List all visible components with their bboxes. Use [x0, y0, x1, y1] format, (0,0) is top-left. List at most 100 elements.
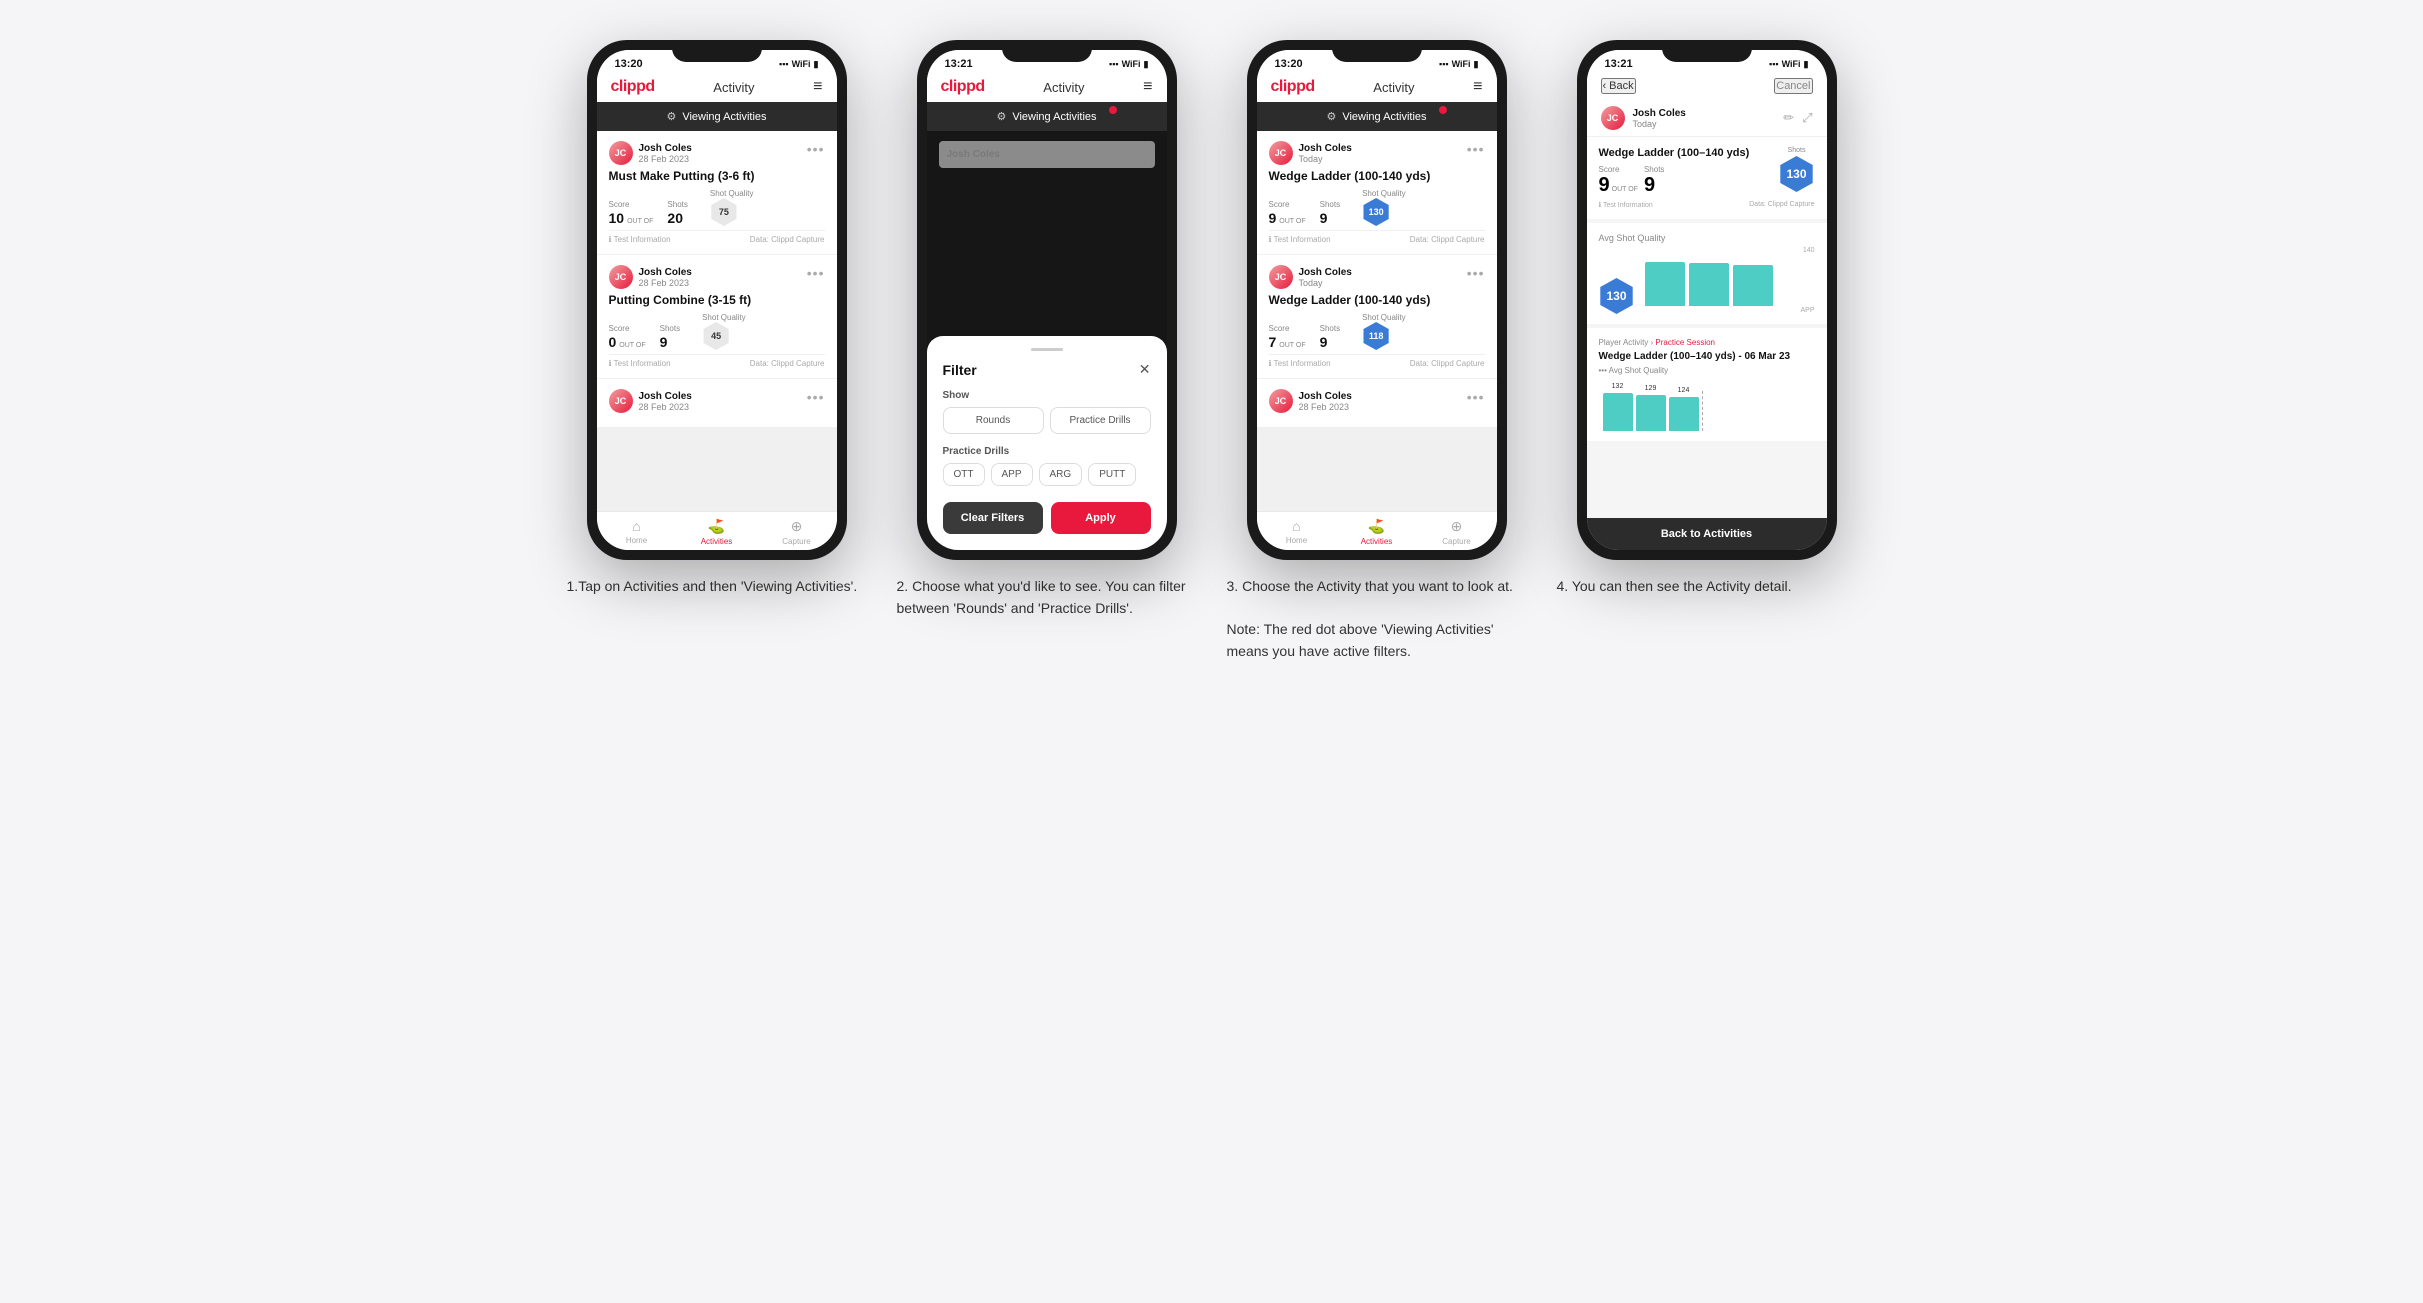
more-icon-1-1[interactable]: ••• [807, 141, 825, 157]
nav-home-3[interactable]: ⌂ Home [1257, 512, 1337, 550]
chart-bar-1 [1645, 262, 1685, 306]
expand-icon[interactable]: ⤢ [1802, 110, 1812, 126]
battery-icon: ▮ [814, 59, 819, 70]
menu-icon-1[interactable]: ≡ [813, 78, 822, 96]
nav-capture-1[interactable]: ⊕ Capture [757, 512, 837, 550]
apply-button[interactable]: Apply [1051, 502, 1151, 534]
detail-user-name: Josh Coles [1633, 108, 1686, 119]
description-4: 4. You can then see the Activity detail. [1557, 576, 1857, 598]
avatar-1-1: JC [609, 141, 633, 165]
nav-home-1[interactable]: ⌂ Home [597, 512, 677, 550]
activity-card-1-1[interactable]: JC Josh Coles 28 Feb 2023 ••• Must Make … [597, 131, 837, 254]
phone-notch-4 [1662, 40, 1752, 62]
wedge-section-title: Wedge Ladder (100–140 yds) - 06 Mar 23 [1599, 351, 1815, 362]
detail-outof: OUT OF [1612, 186, 1638, 193]
user-info-3-1: JC Josh Coles Today [1269, 141, 1352, 165]
drill-arg[interactable]: ARG [1039, 463, 1083, 486]
more-icon-3-2[interactable]: ••• [1467, 265, 1485, 281]
step-4: 13:21 ▪▪▪ WiFi ▮ ‹ Back Cancel JC Jo [1557, 40, 1857, 598]
signal-icon-2: ▪▪▪ [1109, 59, 1119, 69]
activity-card-3-3[interactable]: JC Josh Coles 28 Feb 2023 ••• [1257, 379, 1497, 427]
activity-card-1-3[interactable]: JC Josh Coles 28 Feb 2023 ••• [597, 379, 837, 427]
back-label: Back [1609, 80, 1633, 92]
more-icon-3-3[interactable]: ••• [1467, 389, 1485, 405]
activity-card-3-2[interactable]: JC Josh Coles Today ••• Wedge Ladder (10… [1257, 255, 1497, 378]
user-date-1-2: 28 Feb 2023 [639, 278, 692, 288]
drill-ott[interactable]: OTT [943, 463, 985, 486]
viewing-bar-1[interactable]: ⚙ Viewing Activities [597, 102, 837, 131]
cancel-button[interactable]: Cancel [1774, 78, 1812, 94]
detail-shots: 9 [1644, 174, 1655, 196]
chart-x-label: APP [1800, 307, 1814, 314]
filter-toggle-practice[interactable]: Practice Drills [1050, 407, 1151, 434]
clear-filters-button[interactable]: Clear Filters [943, 502, 1043, 534]
detail-user-date: Today [1633, 119, 1686, 129]
viewing-bar-text-3: Viewing Activities [1342, 111, 1426, 123]
wedge-subtitle: ••• Avg Shot Quality [1599, 366, 1815, 375]
card-title-1-2: Putting Combine (3-15 ft) [609, 293, 825, 307]
user-date-1-3: 28 Feb 2023 [639, 402, 692, 412]
drill-app[interactable]: APP [991, 463, 1033, 486]
card-stats-1-2: Score 0 OUT OF Shots 9 Shot Quality [609, 313, 825, 350]
nav-capture-3[interactable]: ⊕ Capture [1417, 512, 1497, 550]
user-info-1-2: JC Josh Coles 28 Feb 2023 [609, 265, 692, 289]
card-title-3-1: Wedge Ladder (100-140 yds) [1269, 169, 1485, 183]
status-time-4: 13:21 [1605, 58, 1633, 70]
back-activities-button[interactable]: Back to Activities [1587, 518, 1827, 550]
activity-card-1-2[interactable]: JC Josh Coles 28 Feb 2023 ••• Putting Co… [597, 255, 837, 378]
header-title-1: Activity [713, 80, 754, 95]
app-header-2: clippd Activity ≡ [927, 72, 1167, 102]
filter-show-label: Show [943, 390, 1151, 401]
wifi-icon-3: WiFi [1452, 59, 1471, 69]
more-icon-3-1[interactable]: ••• [1467, 141, 1485, 157]
activities-icon-3: ⛳ [1368, 518, 1385, 535]
step-text-1: Tap on Activities and then 'Viewing Acti… [578, 578, 857, 594]
nav-activities-label-3: Activities [1361, 537, 1393, 546]
viewing-bar-text-2: Viewing Activities [1012, 111, 1096, 123]
menu-icon-2[interactable]: ≡ [1143, 78, 1152, 96]
phone-notch [672, 40, 762, 62]
activity-card-3-1[interactable]: JC Josh Coles Today ••• Wedge Ladder (10… [1257, 131, 1497, 254]
viewing-bar-2[interactable]: ⚙ Viewing Activities [927, 102, 1167, 131]
drill-putt[interactable]: PUTT [1088, 463, 1136, 486]
viewing-bar-3[interactable]: ⚙ Viewing Activities [1257, 102, 1497, 131]
nav-activities-3[interactable]: ⛳ Activities [1337, 512, 1417, 550]
wifi-icon-2: WiFi [1122, 59, 1141, 69]
card-stats-1-1: Score 10 OUT OF Shots 20 Shot Quality [609, 189, 825, 226]
mini-chart: 132 129 124 [1599, 381, 1815, 431]
step-2: 13:21 ▪▪▪ WiFi ▮ clippd Activity ≡ ⚙ Vie… [897, 40, 1197, 619]
practice-session-link: Player Activity › Practice Session [1599, 338, 1815, 347]
wifi-icon: WiFi [792, 59, 811, 69]
filter-icon-2: ⚙ [996, 110, 1006, 123]
status-time-1: 13:20 [615, 58, 643, 70]
header-title-2: Activity [1043, 80, 1084, 95]
step-num-4: 4. [1557, 578, 1572, 594]
phone-1: 13:20 ▪▪▪ WiFi ▮ clippd Activity ≡ ⚙ Vie… [587, 40, 847, 560]
home-icon-3: ⌂ [1292, 518, 1300, 534]
detail-user-row: JC Josh Coles Today ✏ ⤢ [1587, 100, 1827, 137]
filter-close-button[interactable]: ✕ [1139, 361, 1151, 378]
filter-toggle-rounds[interactable]: Rounds [943, 407, 1044, 434]
chart-bars [1641, 256, 1815, 306]
edit-icon[interactable]: ✏ [1783, 110, 1794, 126]
detail-score-section: Wedge Ladder (100–140 yds) Score 9 OUT O… [1587, 137, 1827, 219]
menu-icon-3[interactable]: ≡ [1473, 78, 1482, 96]
more-icon-1-3[interactable]: ••• [807, 389, 825, 405]
filter-title: Filter [943, 362, 977, 378]
avatar-3-2: JC [1269, 265, 1293, 289]
filter-handle [1031, 348, 1063, 351]
user-info-1-1: JC Josh Coles 28 Feb 2023 [609, 141, 692, 165]
user-date-3-1: Today [1299, 154, 1352, 164]
detail-user-info: JC Josh Coles Today [1601, 106, 1686, 130]
step-num-3: 3. [1227, 578, 1243, 594]
back-button[interactable]: ‹ Back [1601, 78, 1636, 94]
chart-bar-3 [1733, 265, 1773, 306]
filter-sheet: Filter ✕ Show Rounds Practice Drills Pra… [927, 336, 1167, 550]
status-time-2: 13:21 [945, 58, 973, 70]
more-icon-1-2[interactable]: ••• [807, 265, 825, 281]
step-1: 13:20 ▪▪▪ WiFi ▮ clippd Activity ≡ ⚙ Vie… [567, 40, 867, 598]
practice-link-text[interactable]: Practice Session [1655, 338, 1715, 347]
nav-activities-1[interactable]: ⛳ Activities [677, 512, 757, 550]
filter-drills-label: Practice Drills [943, 446, 1151, 457]
avatar-4: JC [1601, 106, 1625, 130]
